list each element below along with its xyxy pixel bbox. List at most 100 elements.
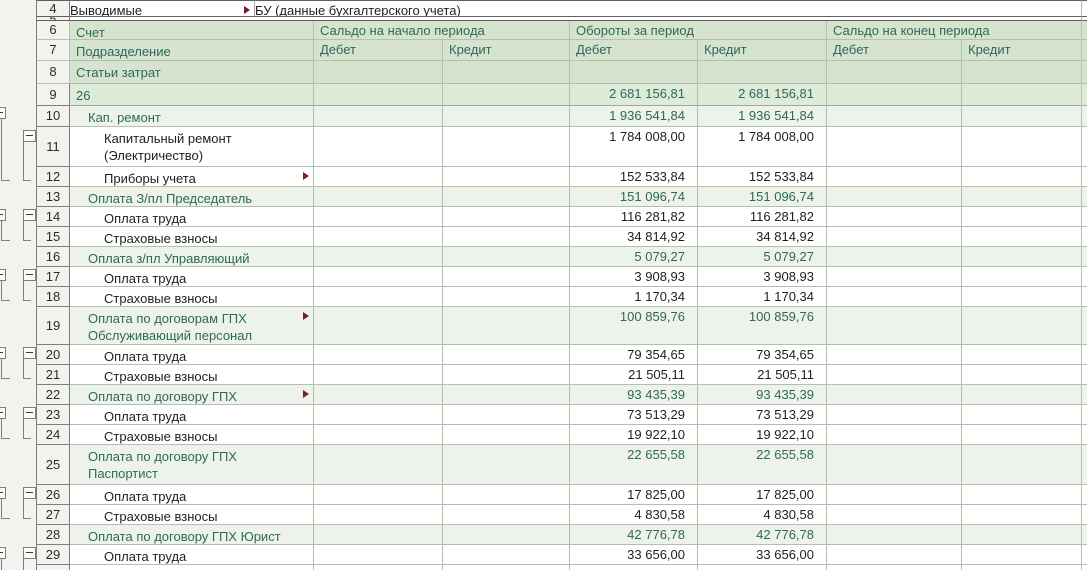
saldo-end-debit-cell[interactable] xyxy=(827,545,962,565)
saldo-start-debit-cell[interactable] xyxy=(314,345,443,365)
turnover-debit-cell[interactable]: 42 776,78 xyxy=(570,525,698,545)
row-number-cell[interactable]: 17 xyxy=(36,267,70,287)
saldo-end-debit-cell[interactable] xyxy=(827,405,962,425)
row-number-cell[interactable]: 4 xyxy=(36,0,70,17)
outline-collapse-button[interactable] xyxy=(23,130,36,142)
saldo-end-debit-cell[interactable] xyxy=(827,287,962,307)
saldo-end-credit-cell[interactable] xyxy=(962,287,1082,307)
header-debit-cell[interactable]: Дебет xyxy=(314,40,443,61)
empty-cell[interactable] xyxy=(962,61,1082,84)
header-debit-cell[interactable]: Дебет xyxy=(570,40,698,61)
empty-cell[interactable] xyxy=(314,61,443,84)
saldo-end-debit-cell[interactable] xyxy=(827,84,962,106)
outline-collapse-button[interactable] xyxy=(0,347,6,359)
label-cell[interactable]: Приборы учета xyxy=(70,167,314,187)
row-number-cell[interactable]: 15 xyxy=(36,227,70,247)
saldo-start-debit-cell[interactable] xyxy=(314,545,443,565)
label-cell[interactable]: Оплата з/пл Управляющий xyxy=(70,247,314,267)
saldo-start-credit-cell[interactable] xyxy=(443,287,570,307)
saldo-start-credit-cell[interactable] xyxy=(443,345,570,365)
turnover-debit-cell[interactable]: 17 825,00 xyxy=(570,485,698,505)
turnover-credit-cell[interactable]: 116 281,82 xyxy=(698,207,827,227)
turnover-credit-cell[interactable]: 34 814,92 xyxy=(698,227,827,247)
label-cell[interactable]: Оплата по договорам ГПХ Обслуживающий пе… xyxy=(70,307,314,345)
outline-collapse-button[interactable] xyxy=(23,269,36,281)
turnover-credit-cell[interactable]: 21 505,11 xyxy=(698,365,827,385)
outline-collapse-button[interactable] xyxy=(0,487,6,499)
turnover-debit-cell[interactable]: 9 120,78 xyxy=(570,565,698,570)
turnover-credit-cell[interactable]: 19 922,10 xyxy=(698,425,827,445)
header-department-cell[interactable]: Подразделение xyxy=(70,40,314,61)
saldo-start-debit-cell[interactable] xyxy=(314,267,443,287)
row-number-cell[interactable]: 8 xyxy=(36,61,70,84)
empty-cell[interactable] xyxy=(698,61,827,84)
turnover-credit-cell[interactable]: 100 859,76 xyxy=(698,307,827,345)
header-debit-cell[interactable]: Дебет xyxy=(827,40,962,61)
header-credit-cell[interactable]: Кредит xyxy=(443,40,570,61)
saldo-start-credit-cell[interactable] xyxy=(443,307,570,345)
saldo-end-debit-cell[interactable] xyxy=(827,505,962,525)
turnover-debit-cell[interactable]: 93 435,39 xyxy=(570,385,698,405)
turnover-debit-cell[interactable]: 152 533,84 xyxy=(570,167,698,187)
saldo-start-debit-cell[interactable] xyxy=(314,106,443,127)
saldo-start-credit-cell[interactable] xyxy=(443,227,570,247)
outline-collapse-button[interactable] xyxy=(0,547,6,559)
saldo-end-debit-cell[interactable] xyxy=(827,106,962,127)
label-cell[interactable]: Кап. ремонт xyxy=(70,106,314,127)
turnover-credit-cell[interactable]: 1 170,34 xyxy=(698,287,827,307)
turnover-credit-cell[interactable]: 9 120,78 xyxy=(698,565,827,570)
outline-collapse-button[interactable] xyxy=(23,547,36,559)
saldo-end-credit-cell[interactable] xyxy=(962,425,1082,445)
turnover-debit-cell[interactable]: 21 505,11 xyxy=(570,365,698,385)
row-number-cell[interactable]: 29 xyxy=(36,545,70,565)
saldo-start-debit-cell[interactable] xyxy=(314,425,443,445)
turnover-debit-cell[interactable]: 19 922,10 xyxy=(570,425,698,445)
empty-cell[interactable] xyxy=(827,61,962,84)
label-cell[interactable]: Оплата труда xyxy=(70,345,314,365)
row-number-cell[interactable]: 19 xyxy=(36,307,70,345)
header-account-cell[interactable]: Счет xyxy=(70,21,314,40)
turnover-debit-cell[interactable]: 33 656,00 xyxy=(570,545,698,565)
row-number-cell[interactable]: 27 xyxy=(36,505,70,525)
saldo-start-debit-cell[interactable] xyxy=(314,445,443,485)
filter-value-cell[interactable]: БУ (данные бухгалтерского учета) xyxy=(255,0,1082,17)
saldo-start-debit-cell[interactable] xyxy=(314,167,443,187)
saldo-start-credit-cell[interactable] xyxy=(443,545,570,565)
saldo-start-debit-cell[interactable] xyxy=(314,365,443,385)
saldo-end-debit-cell[interactable] xyxy=(827,365,962,385)
turnover-credit-cell[interactable]: 93 435,39 xyxy=(698,385,827,405)
saldo-end-credit-cell[interactable] xyxy=(962,365,1082,385)
turnover-credit-cell[interactable]: 79 354,65 xyxy=(698,345,827,365)
outline-collapse-button[interactable] xyxy=(23,209,36,221)
label-cell[interactable]: Страховые взносы xyxy=(70,365,314,385)
saldo-end-credit-cell[interactable] xyxy=(962,187,1082,207)
row-number-cell[interactable]: 12 xyxy=(36,167,70,187)
saldo-end-credit-cell[interactable] xyxy=(962,127,1082,167)
saldo-end-debit-cell[interactable] xyxy=(827,525,962,545)
row-number-cell[interactable]: 13 xyxy=(36,187,70,207)
turnover-credit-cell[interactable]: 33 656,00 xyxy=(698,545,827,565)
saldo-end-debit-cell[interactable] xyxy=(827,187,962,207)
turnover-debit-cell[interactable]: 3 908,93 xyxy=(570,267,698,287)
saldo-start-credit-cell[interactable] xyxy=(443,445,570,485)
saldo-end-credit-cell[interactable] xyxy=(962,545,1082,565)
saldo-start-debit-cell[interactable] xyxy=(314,247,443,267)
turnover-debit-cell[interactable]: 22 655,58 xyxy=(570,445,698,485)
saldo-end-debit-cell[interactable] xyxy=(827,247,962,267)
saldo-end-debit-cell[interactable] xyxy=(827,227,962,247)
turnover-credit-cell[interactable]: 17 825,00 xyxy=(698,485,827,505)
saldo-start-credit-cell[interactable] xyxy=(443,84,570,106)
turnover-credit-cell[interactable]: 151 096,74 xyxy=(698,187,827,207)
turnover-credit-cell[interactable]: 152 533,84 xyxy=(698,167,827,187)
outline-collapse-button[interactable] xyxy=(23,487,36,499)
saldo-start-debit-cell[interactable] xyxy=(314,505,443,525)
saldo-start-credit-cell[interactable] xyxy=(443,127,570,167)
saldo-end-credit-cell[interactable] xyxy=(962,485,1082,505)
outline-collapse-button[interactable] xyxy=(23,407,36,419)
saldo-end-debit-cell[interactable] xyxy=(827,445,962,485)
saldo-start-credit-cell[interactable] xyxy=(443,565,570,570)
saldo-start-credit-cell[interactable] xyxy=(443,187,570,207)
turnover-debit-cell[interactable]: 5 079,27 xyxy=(570,247,698,267)
label-cell[interactable]: Страховые взносы xyxy=(70,505,314,525)
row-number-cell[interactable]: 18 xyxy=(36,287,70,307)
